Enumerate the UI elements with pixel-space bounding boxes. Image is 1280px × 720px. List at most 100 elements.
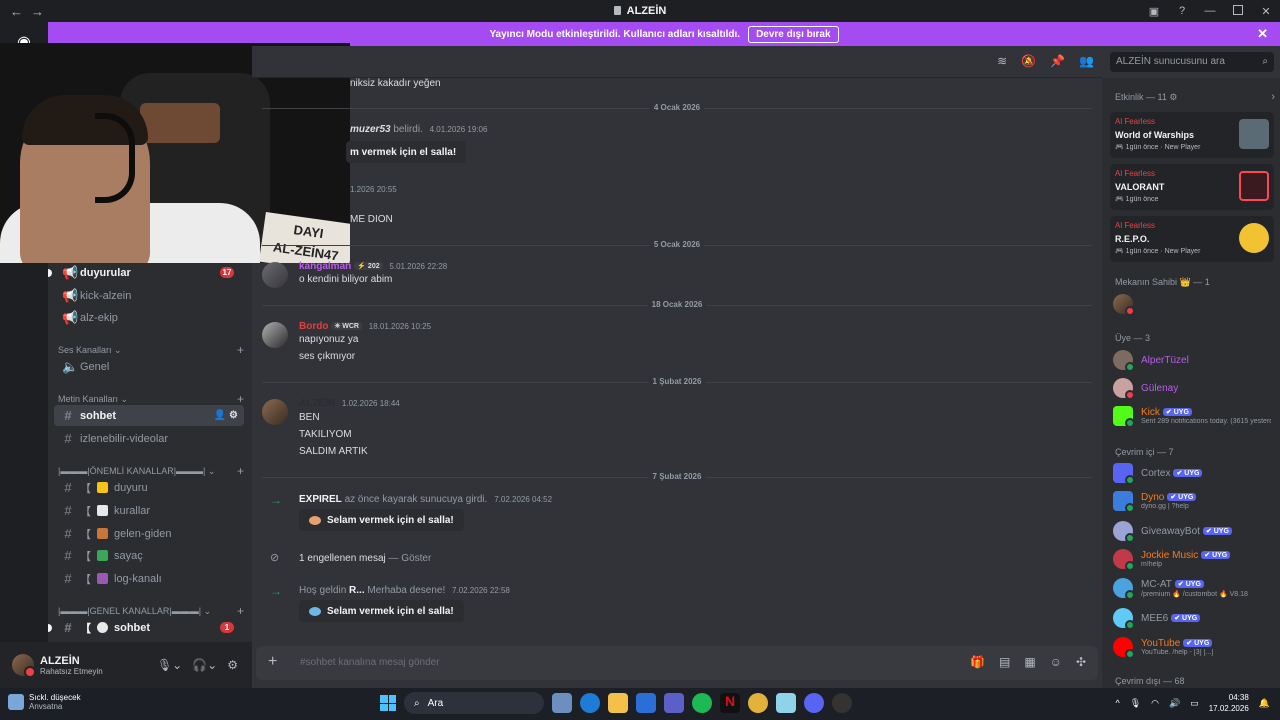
forward-arrow-icon[interactable]: →	[31, 4, 44, 19]
gif-icon[interactable]: ▤	[999, 655, 1010, 669]
chrome-icon[interactable]	[748, 693, 768, 713]
category-voice[interactable]: Ses Kanalları ⌄ +	[58, 343, 244, 357]
message-author[interactable]: Bordo	[299, 321, 328, 332]
message-composer[interactable]: + #sohbet kanalına mesaj gönder 🎁 ▤ ▦ ☺ …	[256, 646, 1098, 680]
back-arrow-icon[interactable]: ←	[10, 4, 23, 19]
message-author[interactable]: ALZEİN	[299, 398, 335, 409]
message-author[interactable]: EXPIREL	[299, 494, 342, 505]
battery-icon[interactable]: ▭	[1190, 698, 1199, 709]
spotify-icon[interactable]	[692, 693, 712, 713]
wave-button[interactable]: Selam vermek için el salla!	[299, 509, 464, 531]
activity-card[interactable]: Al Fearless R.E.P.O. 🎮 1gün önce · New P…	[1110, 216, 1274, 262]
add-attachment-icon[interactable]: +	[268, 653, 277, 671]
voice-channel-genel[interactable]: 🔈 Genel	[54, 356, 244, 377]
wave-button[interactable]: m vermek için el salla!	[346, 141, 467, 163]
teams-icon[interactable]	[664, 693, 684, 713]
show-blocked-link[interactable]: — Göster	[389, 553, 432, 564]
member-cortex[interactable]: Cortex ✔ UYG	[1113, 461, 1273, 485]
discord-icon[interactable]	[804, 693, 824, 713]
microphone-icon[interactable]: 🎙⌄	[157, 658, 182, 672]
close-icon[interactable]: ✕	[1257, 26, 1268, 42]
message-author[interactable]: R...	[349, 585, 365, 596]
member-mc-at[interactable]: MC-AT ✔ UYG /premium 🔥 /custombot 🔥 V8.18	[1113, 576, 1273, 600]
help-icon[interactable]: ?	[1168, 5, 1196, 17]
notifications-muted-icon[interactable]: 🔕	[1021, 54, 1036, 68]
search-input[interactable]: ALZEİN sunucusunu ara ⌕	[1110, 52, 1274, 72]
minimize-button[interactable]: —	[1196, 5, 1224, 17]
wave-button[interactable]: Selam vermek için el salla!	[299, 600, 464, 622]
category-general[interactable]: |▬▬▬|GENEL KANALLAR|▬▬▬| ⌄ +	[58, 604, 244, 618]
search-icon: ⌕	[1262, 56, 1268, 67]
message-author[interactable]: muzer53	[350, 124, 391, 135]
member-dyno[interactable]: Dyno ✔ UYG dyno.gg | ?help	[1113, 489, 1273, 513]
gift-icon[interactable]: 🎁	[970, 655, 985, 669]
headphones-icon[interactable]: 🎧⌄	[192, 658, 217, 672]
emoji-icon[interactable]: ☺	[1050, 655, 1062, 669]
netflix-icon[interactable]: N	[720, 693, 740, 713]
file-explorer-icon[interactable]	[608, 693, 628, 713]
sticker-icon[interactable]: ▦	[1024, 655, 1035, 669]
members-icon[interactable]: 👥	[1079, 54, 1094, 68]
message-input[interactable]: #sohbet kanalına mesaj gönder	[300, 657, 440, 668]
category-important[interactable]: |▬▬▬|ÖNEMLİ KANALLAR|▬▬▬| ⌄ +	[58, 464, 244, 478]
apps-icon[interactable]: ✣	[1076, 655, 1086, 669]
member-gulenay[interactable]: Gülenay	[1113, 376, 1273, 400]
channel-sohbet[interactable]: # sohbet 👤 ⚙	[54, 405, 244, 426]
member-jockie-music[interactable]: Jockie Music ✔ UYG m!help	[1113, 547, 1273, 571]
avatar[interactable]	[262, 322, 288, 348]
app-icon[interactable]	[776, 693, 796, 713]
channel-duyuru[interactable]: # 【duyuru	[54, 477, 244, 498]
outlook-icon[interactable]	[636, 693, 656, 713]
member-owner[interactable]: ALZEİN	[1113, 292, 1273, 316]
edge-icon[interactable]	[580, 693, 600, 713]
member-alpertuzel[interactable]: AlperTüzel	[1113, 348, 1273, 372]
channel-alz-ekip[interactable]: 📢 alz-ekip	[54, 307, 244, 328]
threads-icon[interactable]: ≋	[997, 54, 1007, 68]
pin-icon[interactable]: 📌	[1050, 54, 1065, 68]
announcement-icon: 📢	[62, 264, 79, 280]
clock[interactable]: 04:38 17.02.2026	[1209, 692, 1249, 714]
member-kick[interactable]: Kick ✔ UYG Sent 289 notifications today. …	[1113, 404, 1273, 428]
maximize-button[interactable]	[1224, 4, 1252, 18]
add-channel-icon[interactable]: +	[237, 343, 244, 357]
avatar[interactable]	[12, 654, 36, 678]
disable-streamer-mode-button[interactable]: Devre dışı bırak	[748, 25, 839, 43]
wave-sticker-icon	[309, 606, 321, 616]
weather-widget[interactable]: Sıckl. düşecek Anvsatna	[8, 693, 81, 711]
volume-icon[interactable]: 🔊	[1169, 698, 1180, 709]
channel-kurallar[interactable]: # 【kurallar	[54, 500, 244, 521]
chevron-up-icon[interactable]: ^	[1115, 698, 1119, 708]
avatar[interactable]	[262, 262, 288, 288]
channel-gelen-giden[interactable]: # 【gelen-giden	[54, 523, 244, 544]
channel-duyurular[interactable]: 📢 duyurular 17	[48, 262, 244, 283]
member-mee6[interactable]: MEE6 ✔ UYG	[1113, 606, 1273, 630]
avatar[interactable]	[262, 399, 288, 425]
microphone-icon[interactable]: 🎙	[1130, 698, 1141, 709]
copilot-icon[interactable]	[552, 693, 572, 713]
member-youtube[interactable]: YouTube ✔ UYG YouTube. /help - [3] [...]	[1113, 635, 1273, 659]
taskbar-search[interactable]: ⌕ Ara	[404, 692, 544, 714]
notification-icon[interactable]: 🔔	[1259, 698, 1270, 709]
category-text[interactable]: Metin Kanalları ⌄ +	[58, 392, 244, 406]
gear-icon[interactable]: ⚙	[227, 658, 238, 672]
windows-start-icon[interactable]	[380, 695, 396, 711]
activity-card[interactable]: Al Fearless VALORANT 🎮 1gün önce	[1110, 164, 1274, 210]
member-giveawaybot[interactable]: GiveawayBot ✔ UYG	[1113, 519, 1273, 543]
obs-icon[interactable]	[832, 693, 852, 713]
wifi-icon[interactable]: ◠	[1151, 698, 1159, 709]
inbox-icon[interactable]: ▣	[1140, 5, 1168, 18]
channel-log-kanali[interactable]: # 【log-kanalı	[54, 568, 244, 589]
channel-sayac[interactable]: # 【sayaç	[54, 545, 244, 566]
activity-header[interactable]: Etkinlik — 11 ⚙ ›	[1115, 91, 1275, 103]
activity-card[interactable]: Al Fearless World of Warships 🎮 1gün önc…	[1110, 112, 1274, 158]
channel-settings-icon[interactable]: 👤 ⚙	[214, 410, 238, 421]
message-author[interactable]: kangalman	[299, 261, 351, 272]
gamepad-icon: 🎮	[1115, 248, 1124, 255]
channel-sohbet-general[interactable]: # 【sohbet 1	[48, 617, 244, 638]
channel-kick-alzein[interactable]: 📢 kick-alzein	[54, 285, 244, 306]
channel-izlenebilir-videolar[interactable]: # izlenebilir-videolar	[54, 428, 244, 449]
add-channel-icon[interactable]: +	[237, 392, 244, 406]
close-window-button[interactable]: ✕	[1252, 5, 1280, 18]
add-channel-icon[interactable]: +	[237, 604, 244, 618]
add-channel-icon[interactable]: +	[237, 464, 244, 478]
